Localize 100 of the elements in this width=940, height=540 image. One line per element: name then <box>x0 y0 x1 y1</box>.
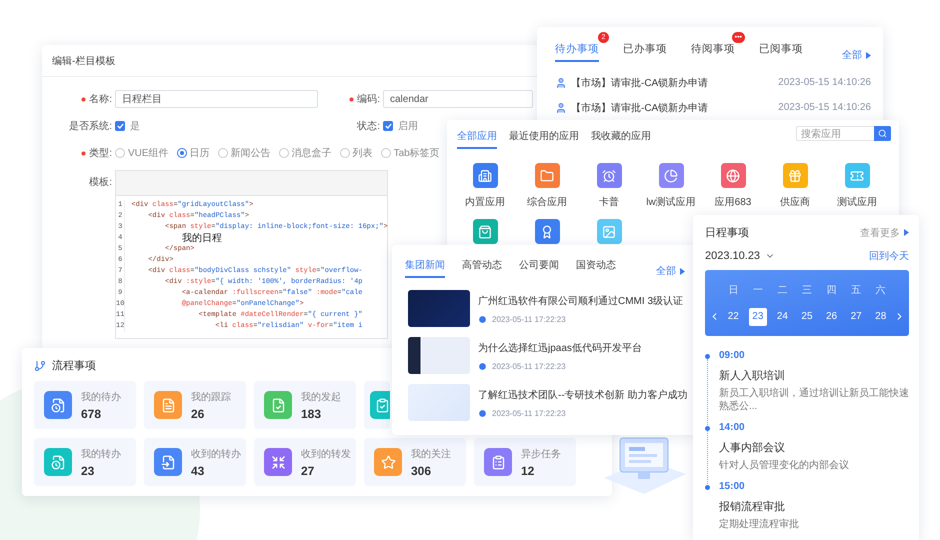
field-label: 是否系统: <box>69 120 112 133</box>
tab[interactable]: 最近使用的应用 <box>509 129 579 149</box>
stat-label: 收到的转发 <box>301 448 351 460</box>
building-icon[interactable] <box>472 163 498 188</box>
tab[interactable]: 待阅事项 <box>691 42 735 62</box>
alarm-clock-icon[interactable] <box>596 163 622 188</box>
calendar-day[interactable]: 28 <box>872 308 890 326</box>
gift-icon[interactable] <box>782 163 808 188</box>
stat-tile[interactable]: 我的待办 678 <box>34 381 136 429</box>
todo-title[interactable]: 【市场】请审批-CA锁新办申请 <box>571 76 774 90</box>
shopping-bag-icon[interactable] <box>472 219 498 244</box>
clock-icon <box>478 314 487 324</box>
triangle-right-icon <box>866 52 871 58</box>
stat-label: 收到的转办 <box>191 448 241 460</box>
stat-value: 12 <box>521 464 536 478</box>
text-field[interactable]: 日程栏目 <box>115 90 318 108</box>
event-time: 14:00 <box>719 422 746 433</box>
today-link[interactable]: 回到今天 <box>869 249 909 263</box>
news-title[interactable]: 为什么选择红迅jpaas低代码开发平台 <box>478 340 642 354</box>
weekday-label: 五 <box>851 284 862 296</box>
todo-title[interactable]: 【市场】请审批-CA锁新办申请 <box>571 100 774 114</box>
app-label: 测试应用 <box>837 196 877 209</box>
stat-label: 我的跟踪 <box>191 390 231 404</box>
event-time: 15:00 <box>719 481 746 492</box>
event-title[interactable]: 报销流程审批 <box>719 499 909 514</box>
view-all-link[interactable]: 全部 <box>842 48 871 62</box>
app-label: 内置应用 <box>465 196 505 209</box>
weekday-label: 三 <box>802 284 812 296</box>
tab[interactable]: 我收藏的应用 <box>591 129 651 149</box>
event-description: 新员工入职培训，通过培训让新员工能快速熟悉公... <box>719 387 909 413</box>
radio-button[interactable] <box>176 148 187 158</box>
tab[interactable]: 待办事项 <box>555 42 599 62</box>
todo-time: 2023-05-15 14:10:26 <box>778 102 871 113</box>
radio-label: 新闻公告 <box>230 146 271 160</box>
event-title[interactable]: 新人入职培训 <box>719 368 909 383</box>
radio-button[interactable] <box>278 148 289 158</box>
stat-value: 678 <box>81 406 102 420</box>
user-icon <box>555 102 567 114</box>
globe-icon[interactable] <box>720 163 746 188</box>
branch-icon <box>34 360 46 372</box>
tab[interactable]: 全部应用 <box>457 129 497 149</box>
event-title[interactable]: 人事内部会议 <box>719 440 909 455</box>
tab[interactable]: 已阅事项 <box>759 42 803 62</box>
pie-chart-icon[interactable] <box>658 163 684 188</box>
stat-tile[interactable]: 我的发起 183 <box>254 381 356 429</box>
tab[interactable]: 已办事项 <box>623 42 667 62</box>
checkbox[interactable] <box>115 121 125 131</box>
tab[interactable]: 高管动态 <box>462 258 502 278</box>
date-picker[interactable]: 2023.10.23 <box>705 250 776 262</box>
checkbox-label: 启用 <box>398 120 418 133</box>
stat-label: 我的转办 <box>81 448 121 460</box>
stat-tile[interactable]: 收到的转办 43 <box>144 438 246 486</box>
search-icon <box>878 129 887 138</box>
calendar-day[interactable]: 26 <box>822 308 841 326</box>
stat-tile[interactable]: 我的转办 23 <box>34 438 136 486</box>
event-description: 针对人员管理变化的内部会议 <box>719 459 850 472</box>
radio-label: 列表 <box>352 146 373 160</box>
timeline-dot <box>705 354 710 359</box>
radio-label: 消息盒子 <box>292 146 332 160</box>
radio-label: 日历 <box>190 147 210 160</box>
stat-value: 27 <box>301 464 316 478</box>
calendar-day[interactable]: 24 <box>773 308 792 326</box>
award-icon[interactable] <box>534 219 560 244</box>
stat-tile[interactable]: 异步任务 12 <box>474 438 576 486</box>
news-title[interactable]: 了解红迅技术团队--专研技术创新 助力客户成功 <box>478 388 688 402</box>
tab[interactable]: 集团新闻 <box>405 258 445 278</box>
checkbox[interactable] <box>383 121 393 131</box>
radio-button[interactable] <box>218 148 228 158</box>
text-field[interactable]: calendar <box>383 90 533 108</box>
stat-tile[interactable]: 我的关注 306 <box>364 438 466 486</box>
stat-label: 我的发起 <box>301 390 341 404</box>
radio-label: VUE组件 <box>128 147 169 160</box>
calendar-day[interactable]: 27 <box>847 308 866 326</box>
stat-tile[interactable] <box>364 381 390 429</box>
user-icon <box>555 76 567 88</box>
search-button[interactable] <box>874 126 891 141</box>
news-title[interactable]: 广州红迅软件有限公司顺利通过CMMI 3级认证 <box>478 294 683 308</box>
folder-icon[interactable] <box>534 163 560 188</box>
code-editor[interactable] <box>115 170 388 339</box>
view-all-link[interactable]: 全部 <box>656 264 685 278</box>
radio-button[interactable] <box>380 148 391 158</box>
photo-placeholder[interactable] <box>408 337 470 374</box>
calendar-day[interactable]: 22 <box>724 308 742 326</box>
stat-tile[interactable]: 收到的转发 27 <box>254 438 356 486</box>
image-icon[interactable] <box>596 219 622 244</box>
event-description: 定期处理流程审批 <box>719 518 800 531</box>
checkbox-label: 是 <box>130 120 140 133</box>
radio-button[interactable] <box>340 148 350 158</box>
event-time: 09:00 <box>719 350 746 361</box>
radio-button[interactable] <box>115 148 125 158</box>
tab[interactable]: 公司要闻 <box>519 258 559 278</box>
stat-tile[interactable]: 我的跟踪 26 <box>144 381 246 429</box>
ticket-icon[interactable] <box>844 163 870 188</box>
tab[interactable]: 国资动态 <box>576 258 616 278</box>
calendar-day[interactable]: 25 <box>798 308 816 326</box>
app-label: lw测试应用 <box>646 196 696 209</box>
field-label: 编码: <box>357 92 380 106</box>
calendar-day[interactable]: 23 <box>748 308 767 326</box>
stat-value: 43 <box>191 464 206 478</box>
stat-value: 23 <box>81 464 96 478</box>
